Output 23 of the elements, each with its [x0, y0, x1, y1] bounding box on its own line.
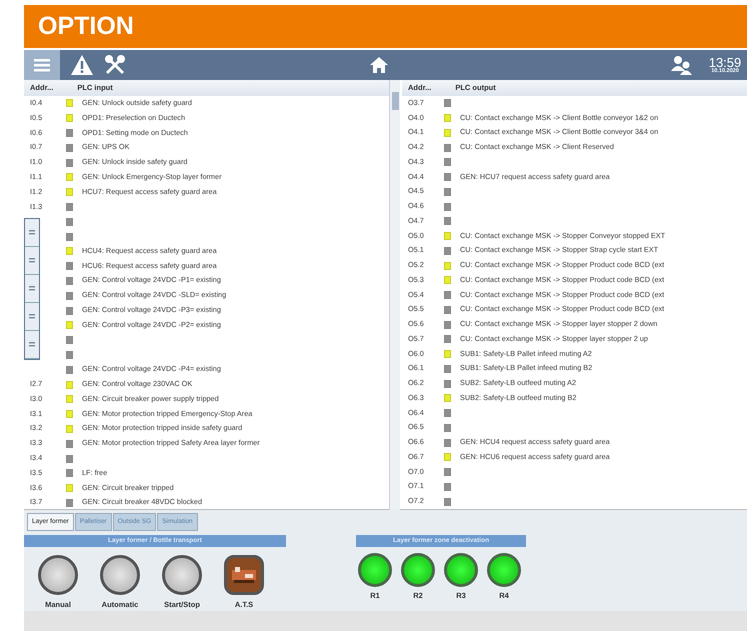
warning-icon[interactable]	[70, 54, 94, 76]
menu-icon	[34, 58, 50, 72]
side-panel-button[interactable]	[25, 247, 39, 275]
clock-time: 13:59	[708, 56, 742, 69]
side-panel-button[interactable]	[25, 303, 39, 331]
round-button[interactable]	[100, 554, 140, 595]
banner-title: OPTION	[38, 12, 134, 40]
list-icon	[28, 228, 36, 236]
picture-button[interactable]	[224, 554, 264, 595]
list-icon	[28, 312, 36, 320]
scrollbar[interactable]	[389, 80, 400, 510]
side-panel-button[interactable]	[25, 331, 39, 359]
list-icon	[28, 340, 36, 348]
side-panel-button[interactable]	[25, 219, 39, 247]
tools-icon[interactable]	[104, 54, 126, 76]
users-icon[interactable]	[671, 55, 693, 75]
home-icon[interactable]	[370, 57, 388, 73]
list-icon	[28, 284, 36, 292]
round-button[interactable]	[162, 554, 202, 595]
list-icon	[28, 256, 36, 264]
side-panel-button[interactable]	[25, 275, 39, 303]
round-button[interactable]	[38, 554, 78, 595]
machine-icon	[231, 566, 257, 584]
